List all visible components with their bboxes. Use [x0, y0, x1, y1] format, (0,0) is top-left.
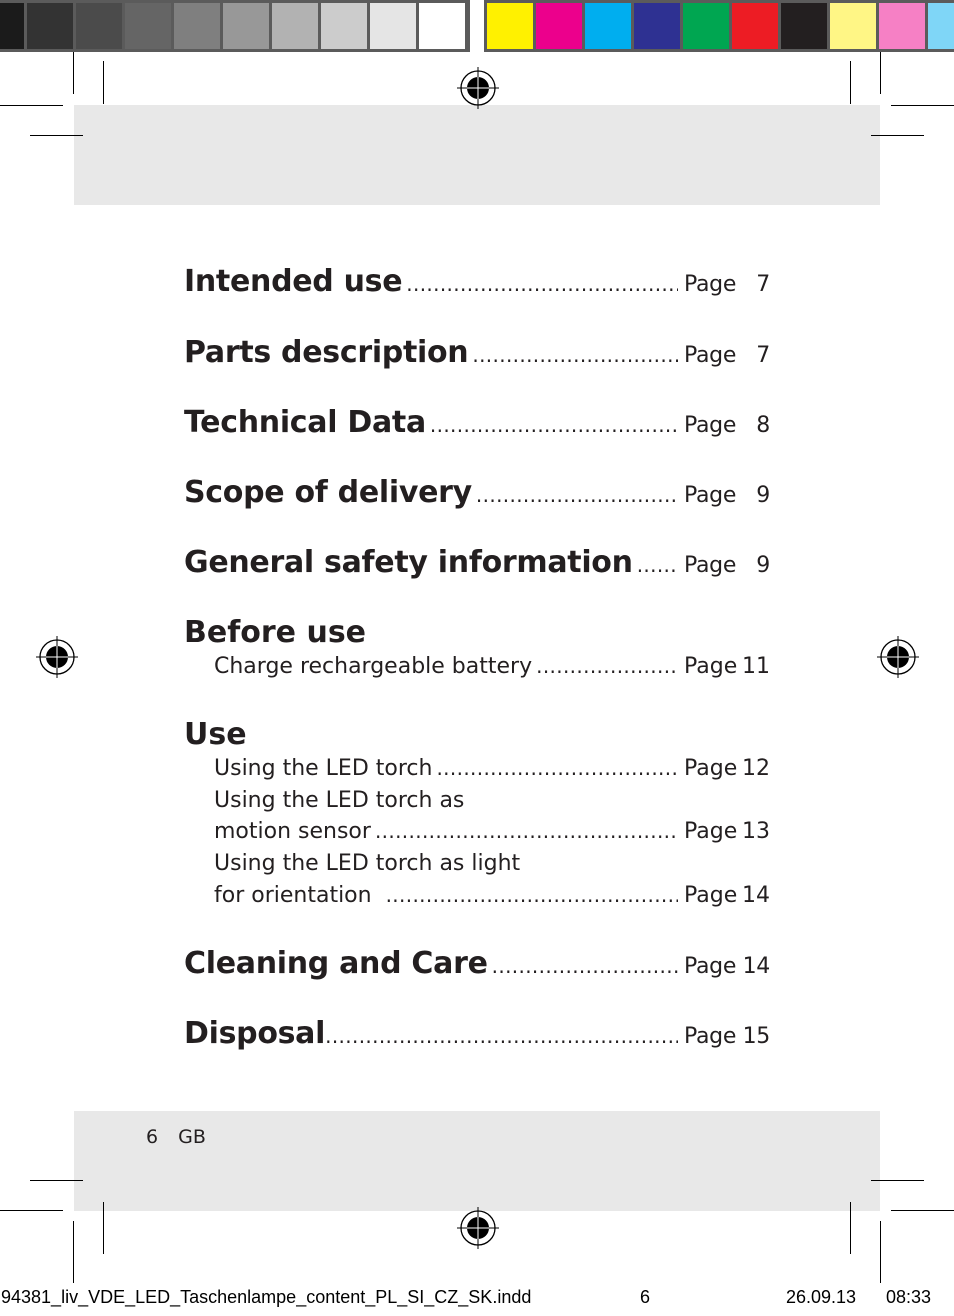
page-number: 9 — [756, 483, 770, 508]
page-label: Page — [684, 553, 737, 578]
registration-mark-icon — [36, 636, 78, 678]
toc-entry-charge-battery[interactable]: Charge rechargeable battery Page 11 — [184, 654, 770, 679]
folio-page-number: 6 — [146, 1126, 159, 1148]
slug-time: 08:33 — [886, 1287, 932, 1307]
crop-mark — [891, 105, 954, 106]
toc-entry-scope-of-delivery[interactable]: Scope of delivery Page 9 — [184, 475, 770, 510]
crop-mark — [73, 52, 74, 94]
page-label: Page — [684, 954, 737, 979]
gray-swatch — [27, 3, 73, 49]
crop-mark — [103, 1202, 104, 1254]
page-number: 14 — [742, 954, 771, 979]
toc-entry-cleaning-and-care[interactable]: Cleaning and Care Page 14 — [184, 946, 770, 981]
page-folio: 6 GB — [146, 1126, 206, 1148]
toc-entry-title-line: Using the LED torch as — [214, 788, 465, 813]
page-number: 7 — [756, 272, 770, 297]
gray-swatch — [125, 3, 171, 49]
slug-date: 26.09.13 — [786, 1287, 857, 1307]
page-number: 11 — [742, 654, 770, 679]
toc-entry-disposal[interactable]: Disposal Page 15 — [184, 1016, 770, 1051]
dot-leader — [375, 819, 678, 843]
page-number: 12 — [742, 756, 770, 781]
toc-entry-title: Charge rechargeable battery — [214, 654, 533, 679]
toc-entry-title: General safety information — [184, 545, 633, 580]
page-label: Page — [684, 819, 738, 844]
crop-mark — [0, 1210, 63, 1211]
color-swatch — [879, 3, 925, 49]
folio-language: GB — [178, 1126, 206, 1148]
toc-entry-using-led-torch[interactable]: Using the LED torch Page 12 — [184, 756, 770, 781]
toc-entry-technical-data[interactable]: Technical Data Page 8 — [184, 405, 770, 440]
toc-entry-title: Using the LED torch — [214, 756, 433, 781]
dot-leader — [406, 272, 678, 296]
toc-entry-title: Scope of delivery — [184, 475, 472, 510]
page-number: 15 — [742, 1024, 771, 1049]
gray-swatch — [76, 3, 122, 49]
page-number: 7 — [756, 343, 770, 368]
page-label: Page — [684, 1024, 737, 1049]
toc-entry-title: Parts description — [184, 335, 469, 370]
slug-filename: 94381_liv_VDE_LED_Taschenlampe_content_P… — [1, 1287, 532, 1307]
crop-mark — [850, 61, 851, 104]
toc-section-before-use[interactable]: Before use — [184, 615, 366, 650]
color-swatch — [830, 3, 876, 49]
toc-entry-title-line: Using the LED torch as light — [214, 851, 521, 876]
toc-entry-intended-use[interactable]: Intended use Page 7 — [184, 264, 770, 299]
dot-leader — [492, 954, 678, 978]
toc-entry-title: Technical Data — [184, 405, 426, 440]
dot-leader — [430, 413, 678, 437]
toc-entry-parts-description[interactable]: Parts description Page 7 — [184, 335, 770, 370]
crop-mark — [891, 1210, 954, 1211]
crop-mark — [30, 135, 83, 136]
page-label: Page — [684, 883, 738, 908]
dot-leader — [472, 343, 678, 367]
dot-leader — [536, 654, 678, 678]
registration-mark-icon — [457, 1207, 499, 1249]
crop-mark — [880, 1221, 881, 1283]
slug-page: 6 — [640, 1287, 651, 1307]
page-label: Page — [684, 483, 737, 508]
page-label: Page — [684, 272, 737, 297]
page-number: 9 — [756, 553, 770, 578]
toc-entry-general-safety-information[interactable]: General safety information Page 9 — [184, 545, 770, 580]
toc-entry-title: for orientation — [214, 883, 372, 908]
page-number: 8 — [756, 413, 770, 438]
registration-mark-icon — [877, 636, 919, 678]
crop-mark — [0, 105, 63, 106]
toc-entry-title: motion sensor — [214, 819, 371, 844]
dot-leader — [325, 1024, 678, 1048]
toc-section-use[interactable]: Use — [184, 717, 247, 752]
page-label: Page — [684, 654, 738, 679]
crop-mark — [73, 1221, 74, 1283]
crop-mark — [871, 1180, 924, 1181]
crop-mark — [850, 1202, 851, 1254]
page-label: Page — [684, 413, 737, 438]
page-number: 14 — [742, 883, 770, 908]
table-of-contents: Intended use Page 7 Parts description Pa… — [184, 0, 770, 1100]
crop-mark — [103, 61, 104, 104]
crop-mark — [30, 1180, 83, 1181]
dot-leader — [476, 483, 678, 507]
page-label: Page — [684, 343, 737, 368]
crop-mark — [880, 52, 881, 94]
color-swatch — [928, 3, 954, 49]
toc-entry-motion-sensor[interactable]: motion sensor Page 13 — [184, 819, 770, 844]
toc-entry-title: Intended use — [184, 264, 403, 299]
dot-leader — [436, 756, 678, 780]
dot-leader — [386, 883, 678, 907]
page-label: Page — [684, 756, 738, 781]
toc-entry-title: Disposal — [184, 1016, 326, 1051]
crop-mark — [871, 135, 924, 136]
dot-leader — [637, 553, 678, 577]
gray-swatch — [0, 3, 24, 49]
color-swatch — [781, 3, 827, 49]
toc-entry-title: Cleaning and Care — [184, 946, 488, 981]
page-number: 13 — [742, 819, 770, 844]
toc-entry-orientation-light[interactable]: for orientation Page 14 — [184, 883, 770, 908]
